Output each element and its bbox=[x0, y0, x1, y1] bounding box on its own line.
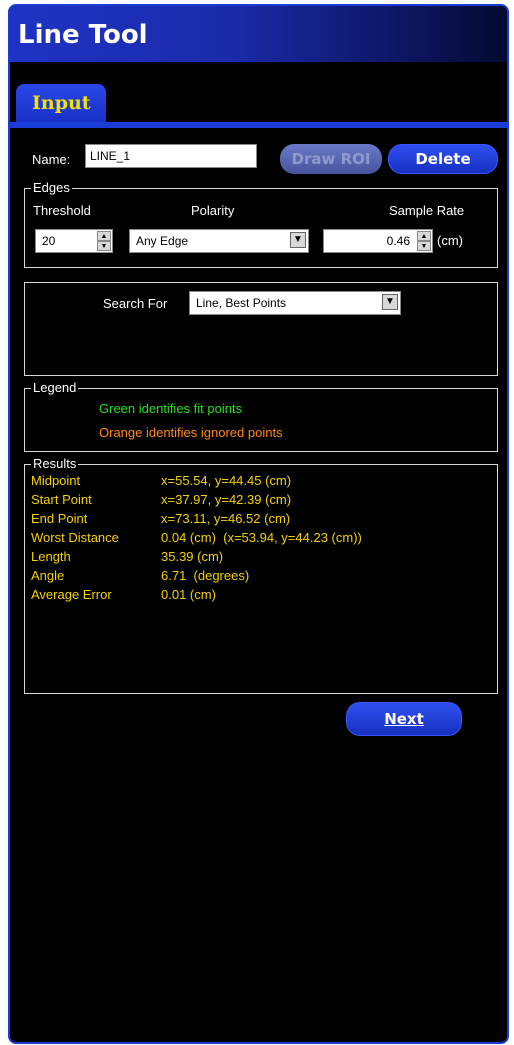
result-label-end-point: End Point bbox=[31, 511, 88, 526]
search-group: Search For Line, Best Points ▼ bbox=[24, 282, 498, 376]
polarity-value: Any Edge bbox=[136, 234, 189, 248]
sample-rate-spinner[interactable]: 0.46 ▲ ▼ bbox=[323, 229, 433, 253]
sample-rate-label: Sample Rate bbox=[389, 203, 465, 218]
results-group: Results Midpoint x=55.54, y=44.45 (cm) S… bbox=[24, 456, 498, 694]
legend-group-title: Legend bbox=[31, 380, 79, 395]
result-value-midpoint: x=55.54, y=44.45 (cm) bbox=[161, 473, 292, 488]
search-for-value: Line, Best Points bbox=[196, 296, 287, 310]
result-value-average-error: 0.01 (cm) bbox=[161, 587, 216, 602]
edges-group: Edges Threshold Polarity Sample Rate 20 … bbox=[24, 180, 498, 268]
legend-green-text: Green identifies fit points bbox=[99, 401, 243, 416]
search-for-label: Search For bbox=[103, 296, 168, 311]
delete-button[interactable]: Delete bbox=[388, 144, 498, 174]
legend-group: Legend Green identifies fit points Orang… bbox=[24, 380, 498, 452]
result-value-start-point: x=37.97, y=42.39 (cm) bbox=[161, 492, 292, 507]
result-value-length: 35.39 (cm) bbox=[161, 549, 224, 564]
threshold-up-arrow-icon[interactable]: ▲ bbox=[97, 231, 111, 241]
search-for-select[interactable]: Line, Best Points ▼ bbox=[189, 291, 401, 315]
sample-rate-up-arrow-icon[interactable]: ▲ bbox=[417, 231, 431, 241]
result-label-worst-distance: Worst Distance bbox=[31, 530, 119, 545]
title-bar: Line Tool bbox=[10, 6, 507, 62]
result-value-end-point: x=73.11, y=46.52 (cm) bbox=[161, 511, 291, 526]
name-label: Name: bbox=[32, 152, 71, 167]
polarity-select[interactable]: Any Edge ▼ bbox=[129, 229, 309, 253]
sample-rate-value: 0.46 bbox=[386, 234, 410, 248]
search-for-dropdown-icon[interactable]: ▼ bbox=[382, 294, 398, 310]
panel-title: Line Tool bbox=[18, 20, 148, 50]
tab-input[interactable]: Input bbox=[16, 84, 106, 124]
next-button[interactable]: Next bbox=[346, 702, 462, 736]
next-button-label: Next bbox=[384, 710, 424, 728]
result-label-average-error: Average Error bbox=[31, 587, 112, 602]
threshold-spinner[interactable]: 20 ▲ ▼ bbox=[35, 229, 113, 253]
tab-input-label: Input bbox=[32, 92, 91, 114]
threshold-label: Threshold bbox=[33, 203, 91, 218]
draw-roi-button[interactable]: Draw ROI bbox=[280, 144, 382, 174]
line-tool-panel: Line Tool Input Name: Draw ROI Delete Ed… bbox=[8, 4, 509, 1044]
tab-underline bbox=[10, 122, 507, 128]
polarity-label: Polarity bbox=[191, 203, 235, 218]
sample-rate-down-arrow-icon[interactable]: ▼ bbox=[417, 241, 431, 251]
result-value-worst-distance: 0.04 (cm) (x=53.94, y=44.23 (cm)) bbox=[161, 530, 362, 545]
threshold-down-arrow-icon[interactable]: ▼ bbox=[97, 241, 111, 251]
result-label-length: Length bbox=[31, 549, 71, 564]
result-label-angle: Angle bbox=[31, 568, 65, 583]
threshold-value: 20 bbox=[42, 234, 56, 248]
result-value-angle: 6.71 (degrees) bbox=[161, 568, 250, 583]
legend-orange-text: Orange identifies ignored points bbox=[99, 425, 283, 440]
edges-group-title: Edges bbox=[31, 180, 72, 195]
results-group-title: Results bbox=[31, 456, 79, 471]
sample-rate-unit: (cm) bbox=[437, 233, 463, 248]
polarity-dropdown-icon[interactable]: ▼ bbox=[290, 232, 306, 248]
result-label-start-point: Start Point bbox=[31, 492, 92, 507]
name-input[interactable] bbox=[85, 144, 257, 168]
result-label-midpoint: Midpoint bbox=[31, 473, 81, 488]
